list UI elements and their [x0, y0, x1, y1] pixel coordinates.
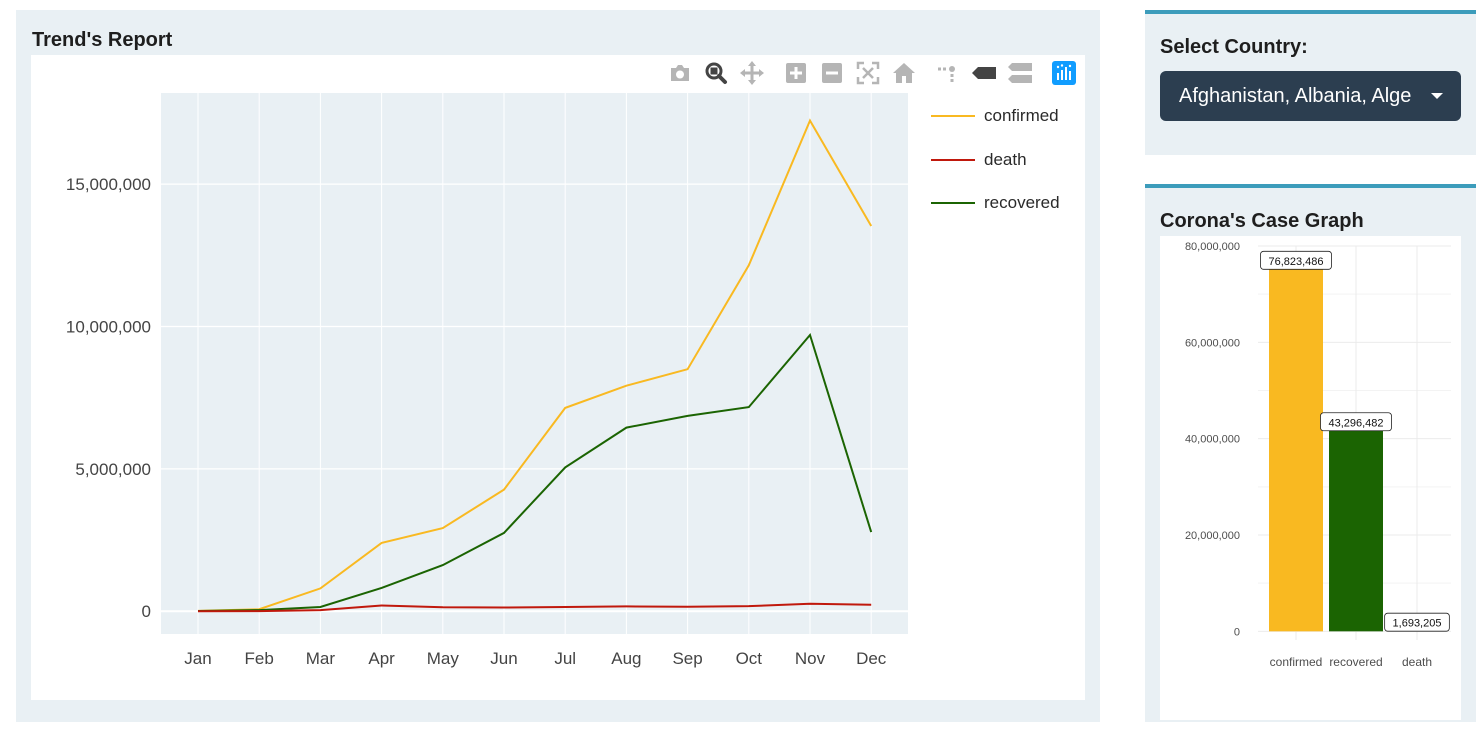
bar-data-label: 1,693,205: [1393, 618, 1442, 630]
bar-recovered: [1329, 422, 1383, 632]
x-tick-label: Jan: [184, 649, 211, 668]
trend-report-panel: Trend's Report Jan Feb Mar Apr May Jun J…: [16, 10, 1100, 722]
bar-x-tick-label: death: [1402, 655, 1432, 669]
y-tick-label: 0: [142, 602, 151, 621]
x-tick-label: Oct: [736, 649, 763, 668]
bar-y-tick-label: 0: [1234, 626, 1240, 638]
y-tick-label: 15,000,000: [66, 175, 151, 194]
case-bar-card: 0 20,000,000 40,000,000 60,000,000 80,000,00…: [1160, 236, 1461, 720]
bar-data-label: 76,823,486: [1268, 256, 1323, 268]
x-tick-label: Aug: [611, 649, 641, 668]
x-tick-label: Sep: [672, 649, 702, 668]
legend-label-death: death: [984, 149, 1027, 169]
plot-area: [161, 93, 908, 634]
trend-report-title: Trend's Report: [32, 29, 173, 51]
country-select-panel: Select Country: Afghanistan, Albania, Al…: [1145, 10, 1476, 155]
bar-confirmed: [1269, 261, 1323, 632]
x-tick-label: Jun: [490, 649, 517, 668]
trend-plot-card: Jan Feb Mar Apr May Jun Jul Aug Sep Oct Nov Dec 0 5,0…: [31, 55, 1085, 700]
x-tick-label: Nov: [795, 649, 826, 668]
legend-label-confirmed: confirmed: [984, 106, 1059, 125]
legend-label-recovered: recovered: [984, 193, 1060, 212]
bar-y-tick-label: 60,000,000: [1185, 337, 1240, 349]
y-tick-label: 5,000,000: [75, 460, 151, 479]
legend-item-recovered[interactable]: recovered: [931, 192, 1060, 214]
caret-down-icon: [1431, 93, 1443, 99]
bar-y-tick-label: 20,000,000: [1185, 530, 1240, 542]
x-tick-label: Apr: [368, 649, 395, 668]
x-tick-label: Mar: [306, 649, 336, 668]
bar-y-tick-label: 40,000,000: [1185, 434, 1240, 446]
legend-item-death[interactable]: death: [931, 149, 1060, 171]
trend-legend: confirmed death recovered: [931, 105, 1060, 236]
legend-line-recovered: [931, 202, 975, 204]
country-dropdown-value: Afghanistan, Albania, Alge: [1179, 84, 1412, 107]
case-graph-title: Corona's Case Graph: [1160, 210, 1364, 232]
legend-line-confirmed: [931, 115, 975, 117]
legend-line-death: [931, 158, 975, 161]
bar-x-tick-label: confirmed: [1270, 655, 1323, 669]
x-tick-label: May: [427, 649, 460, 668]
trend-line-chart[interactable]: Jan Feb Mar Apr May Jun Jul Aug Sep Oct Nov Dec 0 5,0…: [31, 55, 1085, 700]
select-country-label: Select Country:: [1160, 36, 1308, 58]
x-tick-label: Dec: [856, 649, 887, 668]
x-tick-label: Jul: [554, 649, 576, 668]
y-tick-label: 10,000,000: [66, 317, 151, 336]
x-tick-label: Feb: [245, 649, 274, 668]
bar-data-label: 43,296,482: [1328, 417, 1383, 429]
bar-y-tick-label: 80,000,000: [1185, 241, 1240, 253]
case-bar-chart[interactable]: 0 20,000,000 40,000,000 60,000,000 80,000,00…: [1160, 236, 1461, 720]
country-dropdown[interactable]: Afghanistan, Albania, Alge: [1160, 71, 1461, 121]
bar-x-tick-label: recovered: [1329, 655, 1382, 669]
case-graph-panel: Corona's Case Graph 0 20,000,000 40,000,00…: [1145, 184, 1476, 722]
legend-item-confirmed[interactable]: confirmed: [931, 105, 1060, 127]
